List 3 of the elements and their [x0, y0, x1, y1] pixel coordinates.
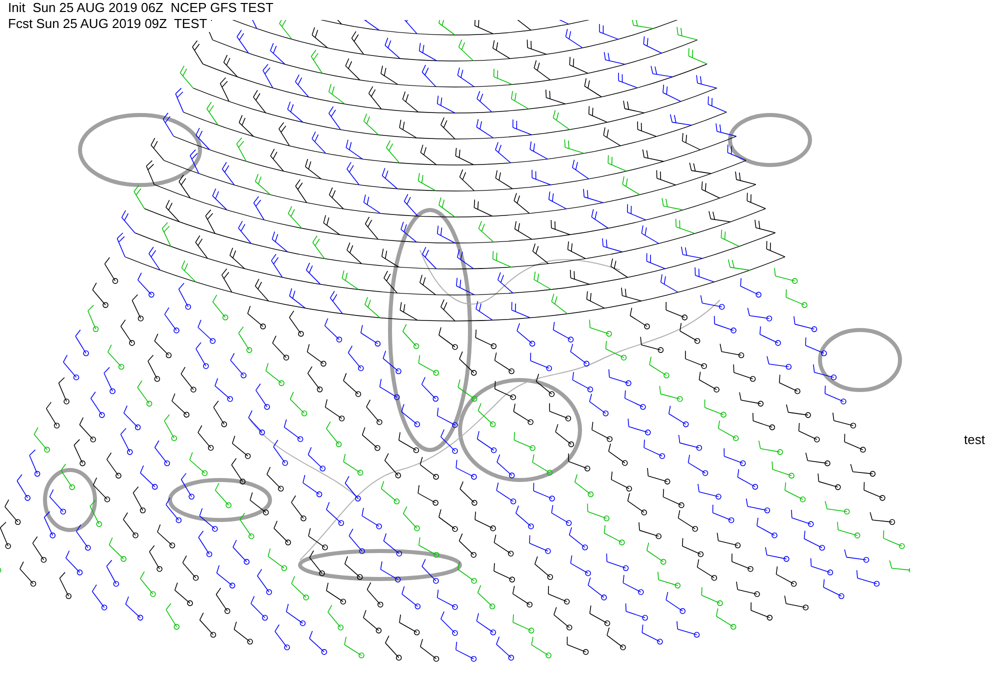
forecast-time-label: Fcst Sun 25 AUG 2019 09Z TEST	[8, 16, 212, 32]
side-label: test	[964, 432, 985, 448]
init-time-label: Init Sun 25 AUG 2019 06Z NCEP GFS TEST	[8, 0, 274, 16]
